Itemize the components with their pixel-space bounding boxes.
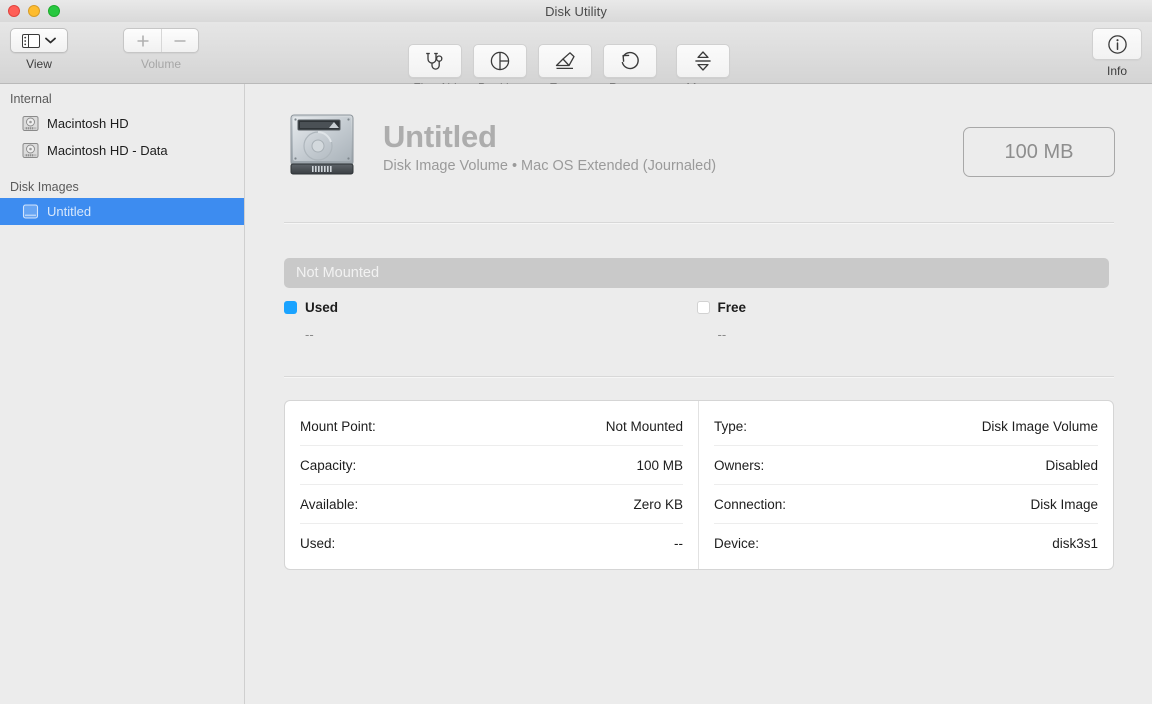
info-label: Info <box>1106 64 1127 78</box>
restore-button[interactable] <box>603 44 657 78</box>
remove-volume-button[interactable] <box>161 29 198 52</box>
table-row: Capacity: 100 MB <box>300 446 683 485</box>
usage-bar-status: Not Mounted <box>296 265 380 281</box>
info-key: Mount Point: <box>300 418 376 434</box>
sidebar-item-macintosh-hd-data[interactable]: Macintosh HD - Data <box>0 137 244 164</box>
legend-item-free: Free -- <box>696 300 1110 342</box>
table-row: Device: disk3s1 <box>714 524 1098 563</box>
pie-partition-icon <box>489 50 511 72</box>
info-value: 100 MB <box>636 457 683 473</box>
undo-arrow-icon <box>619 50 641 72</box>
mount-button[interactable] <box>676 44 730 78</box>
info-button[interactable] <box>1092 28 1142 60</box>
info-key: Device: <box>714 536 760 551</box>
hard-disk-icon <box>22 115 39 132</box>
chevron-down-icon <box>45 37 56 44</box>
disk-image-icon <box>22 203 39 220</box>
table-row: Type: Disk Image Volume <box>714 407 1098 446</box>
partition-button[interactable] <box>473 44 527 78</box>
maximize-button[interactable] <box>48 5 60 17</box>
table-row: Mount Point: Not Mounted <box>300 407 683 446</box>
sidebar-item-label: Macintosh HD - Data <box>47 143 168 158</box>
toolbar-volume-group: Volume <box>123 28 199 71</box>
table-row: Owners: Disabled <box>714 446 1098 485</box>
view-label: View <box>26 57 52 71</box>
table-row: Used: -- <box>300 524 683 563</box>
volume-info-table: Mount Point: Not Mounted Capacity: 100 M… <box>284 400 1114 570</box>
usage-bar-container: Not Mounted <box>284 258 1109 288</box>
sidebar-section-internal-header: Internal <box>10 92 52 106</box>
used-swatch-icon <box>284 301 297 314</box>
legend-label: Used <box>305 300 339 315</box>
eraser-icon <box>554 51 576 71</box>
info-value: -- <box>674 536 683 551</box>
view-button[interactable] <box>10 28 68 53</box>
table-row: Available: Zero KB <box>300 485 683 524</box>
divider-top <box>284 222 1114 223</box>
info-key: Owners: <box>714 457 765 473</box>
volume-subtitle: Disk Image Volume • Mac OS Extended (Jou… <box>383 157 717 174</box>
info-value: Not Mounted <box>605 418 683 434</box>
info-value: Disk Image Volume <box>981 418 1098 434</box>
info-value: Disabled <box>1045 457 1098 473</box>
usage-bar: Not Mounted <box>284 258 1109 288</box>
volume-name: Untitled <box>383 118 497 154</box>
hard-disk-icon <box>22 142 39 159</box>
hard-drive-large-icon <box>285 109 361 179</box>
legend-value: -- <box>305 327 314 342</box>
info-key: Connection: <box>714 496 787 512</box>
sidebar-item-label: Untitled <box>47 204 92 219</box>
window-title: Disk Utility <box>545 3 607 19</box>
info-key: Type: <box>714 418 748 434</box>
sidebar: Internal Macintosh HD Macintosh HD - Dat… <box>0 84 245 704</box>
capacity-badge: 100 MB <box>963 127 1115 177</box>
table-row: Connection: Disk Image <box>714 485 1098 524</box>
toolbar-view-group: View <box>10 28 68 71</box>
info-column-right: Type: Disk Image Volume Owners: Disabled… <box>699 401 1113 569</box>
info-circle-icon <box>1107 34 1128 55</box>
minus-icon <box>173 34 187 48</box>
stethoscope-icon <box>424 51 446 71</box>
info-key: Used: <box>300 536 336 551</box>
sidebar-item-label: Macintosh HD <box>47 116 129 131</box>
toolbar: View Volume Info <box>0 22 1152 95</box>
volume-header: Untitled Disk Image Volume • Mac OS Exte… <box>285 109 716 179</box>
close-button[interactable] <box>8 5 20 17</box>
info-value: Zero KB <box>633 496 683 512</box>
info-value: Disk Image <box>1030 496 1098 512</box>
legend-value: -- <box>717 327 727 342</box>
legend-label: Free <box>717 300 747 315</box>
erase-button[interactable] <box>538 44 592 78</box>
info-key: Capacity: <box>300 457 357 473</box>
mount-eject-icon <box>693 50 713 72</box>
sidebar-section-disk-images-header: Disk Images <box>10 180 79 194</box>
plus-icon <box>136 34 150 48</box>
volume-label: Volume <box>140 57 182 71</box>
divider-bottom <box>284 376 1114 377</box>
add-volume-button[interactable] <box>124 29 161 52</box>
sidebar-item-untitled[interactable]: Untitled <box>0 198 244 225</box>
usage-legend: Used -- Free -- <box>284 300 1109 342</box>
traffic-light-group <box>8 5 60 17</box>
free-swatch-icon <box>696 301 710 314</box>
first-aid-button[interactable] <box>408 44 462 78</box>
info-key: Available: <box>300 496 359 512</box>
main-content: Untitled Disk Image Volume • Mac OS Exte… <box>246 84 1152 704</box>
toolbar-info-group: Info <box>1092 28 1142 78</box>
legend-item-used: Used -- <box>284 300 697 342</box>
window-titlebar: Disk Utility <box>0 0 1152 22</box>
info-value: disk3s1 <box>1052 536 1098 551</box>
minimize-button[interactable] <box>28 5 40 17</box>
info-column-left: Mount Point: Not Mounted Capacity: 100 M… <box>285 401 699 569</box>
sidebar-view-icon <box>22 33 40 48</box>
sidebar-item-macintosh-hd[interactable]: Macintosh HD <box>0 110 244 137</box>
